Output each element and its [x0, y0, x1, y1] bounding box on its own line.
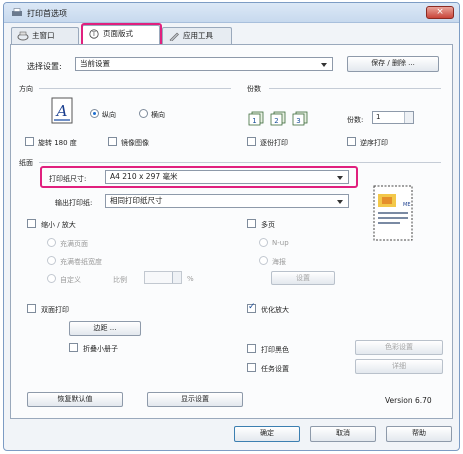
- collate-label: 逐份打印: [260, 139, 288, 147]
- multipage-checkbox[interactable]: [247, 219, 256, 228]
- spinner-arrows-icon[interactable]: [404, 112, 413, 123]
- rotate-180-label: 旋转 180 度: [38, 139, 77, 147]
- fit-page-radio[interactable]: [47, 238, 56, 247]
- tab-utility-label: 应用工具: [183, 31, 213, 40]
- collate-pages-icon: 1: [248, 111, 264, 126]
- portrait-page-icon: A: [51, 97, 73, 124]
- tab-utility[interactable]: 应用工具: [162, 27, 232, 44]
- mirror-image-checkbox[interactable]: [108, 137, 117, 146]
- poster-label: 海报: [272, 258, 286, 266]
- output-paper-select[interactable]: 相同打印纸尺寸: [105, 194, 349, 208]
- tab-main[interactable]: 主窗口: [11, 27, 79, 44]
- utility-icon: [169, 32, 179, 41]
- collate-pages-icon: 3: [292, 111, 308, 126]
- duplex-label: 双面打印: [41, 306, 69, 314]
- svg-text:ME: ME: [403, 202, 410, 208]
- printer-icon: [12, 8, 22, 16]
- paper-group-label: 纸面: [19, 159, 33, 167]
- copies-value: 1: [376, 113, 381, 121]
- optimize-enlarge-label: 优化放大: [261, 306, 289, 314]
- main-window-icon: [17, 31, 29, 41]
- svg-text:2: 2: [274, 117, 278, 125]
- poster-radio[interactable]: [259, 256, 268, 265]
- preset-value: 当前设置: [80, 59, 110, 68]
- cancel-button[interactable]: 取消: [310, 426, 376, 442]
- rotate-180-checkbox[interactable]: [25, 137, 34, 146]
- title-bar[interactable]: 打印首选项 ×: [4, 3, 459, 23]
- reduce-enlarge-label: 缩小 / 放大: [41, 221, 76, 229]
- color-settings-button[interactable]: 色彩设置: [355, 340, 443, 355]
- copies-group-label: 份数: [247, 85, 261, 93]
- fit-page-label: 充满页面: [60, 240, 88, 248]
- multipage-label: 多页: [261, 221, 275, 229]
- job-settings-checkbox[interactable]: [247, 363, 256, 372]
- svg-text:A: A: [55, 102, 68, 120]
- fit-roll-width-label: 充满卷纸宽度: [60, 258, 102, 266]
- paper-separator: [39, 162, 441, 163]
- portrait-label: 纵向: [102, 111, 116, 119]
- duplex-checkbox[interactable]: [27, 304, 36, 313]
- orientation-separator: [39, 88, 231, 89]
- copies-spinner[interactable]: 1: [372, 111, 414, 124]
- output-paper-value: 相同打印纸尺寸: [110, 196, 163, 205]
- print-black-label: 打印黑色: [261, 346, 289, 354]
- scale-label: 比例: [113, 276, 127, 284]
- tab-main-label: 主窗口: [32, 31, 55, 40]
- fit-roll-width-radio[interactable]: [47, 256, 56, 265]
- margins-button[interactable]: 边距 ...: [69, 321, 141, 336]
- chevron-down-icon: [321, 63, 327, 67]
- details-button[interactable]: 详细: [355, 359, 443, 374]
- printing-preferences-window: 打印首选项 × 主窗口 T 页面版式 应用工具 选择设置: 当前设置 保存 / …: [3, 2, 460, 451]
- page-layout-panel: 选择设置: 当前设置 保存 / 删除 ... 方向 A 纵向 横向 旋转 180…: [10, 44, 453, 419]
- help-button[interactable]: 帮助: [386, 426, 452, 442]
- output-paper-label: 输出打印纸:: [55, 199, 93, 207]
- custom-scale-radio[interactable]: [47, 274, 56, 283]
- portrait-radio[interactable]: [90, 109, 99, 118]
- collate-checkbox[interactable]: [247, 137, 256, 146]
- scale-spinner[interactable]: [144, 271, 182, 284]
- spinner-arrows-icon[interactable]: [172, 272, 181, 283]
- reverse-order-checkbox[interactable]: [347, 137, 356, 146]
- version-text: Version 6.70: [385, 396, 432, 405]
- custom-scale-label: 自定义: [60, 276, 81, 284]
- collate-pages-icon: 2: [270, 111, 286, 126]
- mirror-image-label: 镜像图像: [121, 139, 149, 147]
- ok-button[interactable]: 确定: [234, 426, 300, 442]
- paper-size-highlight: [40, 166, 358, 188]
- preset-select[interactable]: 当前设置: [75, 57, 333, 71]
- optimize-enlarge-checkbox[interactable]: [247, 302, 256, 313]
- close-button[interactable]: ×: [426, 6, 454, 19]
- svg-text:3: 3: [296, 117, 300, 125]
- show-settings-button[interactable]: 显示设置: [147, 392, 243, 407]
- job-settings-label: 任务设置: [261, 365, 289, 373]
- landscape-label: 横向: [151, 111, 165, 119]
- window-title: 打印首选项: [27, 9, 67, 18]
- folded-booklet-checkbox[interactable]: [69, 343, 78, 352]
- chevron-down-icon: [337, 200, 343, 204]
- copies-count-label: 份数:: [347, 116, 364, 124]
- orientation-group-label: 方向: [19, 85, 33, 93]
- reverse-order-label: 逆序打印: [360, 139, 388, 147]
- nup-label: N-up: [272, 239, 289, 247]
- save-delete-button[interactable]: 保存 / 删除 ...: [347, 56, 439, 72]
- svg-text:1: 1: [252, 117, 256, 125]
- page-preview-icon: ME: [373, 185, 413, 241]
- preset-label: 选择设置:: [27, 62, 62, 71]
- reduce-enlarge-checkbox[interactable]: [27, 219, 36, 228]
- folded-booklet-label: 折叠小册子: [83, 345, 118, 353]
- multipage-settings-button[interactable]: 设置: [271, 271, 335, 285]
- nup-radio[interactable]: [259, 238, 268, 247]
- copies-separator: [269, 88, 441, 89]
- scale-unit: %: [187, 275, 194, 283]
- landscape-radio[interactable]: [139, 109, 148, 118]
- restore-defaults-button[interactable]: 恢复默认值: [27, 392, 123, 407]
- print-black-checkbox[interactable]: [247, 344, 256, 353]
